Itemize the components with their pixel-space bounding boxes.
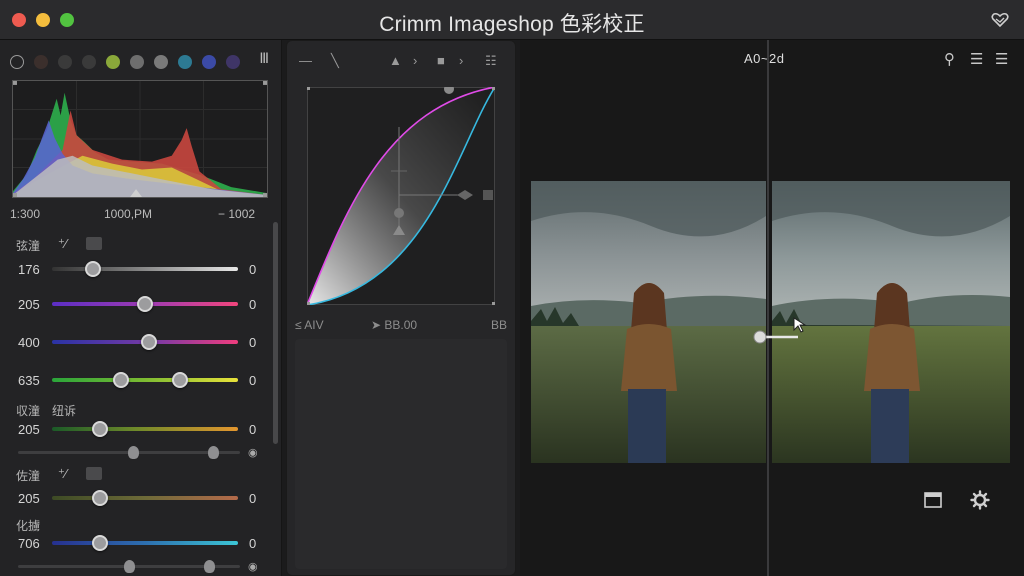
curve-label-right: BB [491, 318, 508, 332]
color-swatch[interactable] [106, 55, 120, 69]
image-preview: A0~2d ⚲ ☰ ☰ [520, 40, 1024, 576]
slider-handle[interactable] [92, 535, 109, 551]
split-divider[interactable] [767, 40, 769, 576]
curves-empty-area [295, 339, 507, 569]
color-swatch[interactable] [226, 55, 240, 69]
window-title: Crimm Imageshop 色彩校正 [379, 13, 645, 36]
slider-value-label: 205 [18, 491, 40, 506]
range-handle-high[interactable] [203, 560, 215, 573]
gear-icon[interactable] [970, 490, 990, 510]
color-swatch[interactable] [154, 55, 168, 69]
curve-tool-icon[interactable]: › [413, 53, 417, 68]
range-handle-low[interactable] [124, 560, 135, 573]
histogram [12, 80, 268, 198]
menu-icon[interactable]: ☰ [995, 50, 1008, 68]
curve-tool-icon[interactable]: ■ [437, 53, 445, 68]
tone-curve-editor[interactable] [307, 87, 495, 305]
slider-track[interactable] [52, 378, 238, 382]
slider-handle[interactable] [92, 490, 109, 506]
section-header-2a: 収潼 [16, 404, 41, 418]
eyedropper-icon[interactable]: ⁺⁄ [58, 466, 67, 482]
color-swatch[interactable] [178, 55, 192, 69]
slider-track[interactable] [52, 267, 238, 271]
magnify-icon[interactable]: ⚲ [944, 50, 955, 68]
slider-track[interactable] [52, 496, 238, 500]
range-handle-low[interactable] [128, 446, 140, 459]
curve-label-mid: ➤ BB.00 [371, 318, 418, 332]
slider-handle[interactable] [137, 296, 153, 312]
heart-link-icon[interactable] [990, 12, 1010, 28]
slider-track[interactable] [52, 427, 238, 431]
curve-tool-icon[interactable]: — [299, 53, 312, 68]
visibility-icon[interactable]: ◉ [248, 560, 258, 573]
levels-tool-icon[interactable]: Ⅲ [259, 50, 269, 67]
slider-offset-value: 0 [249, 262, 257, 277]
color-swatch[interactable] [10, 55, 24, 69]
slider-value-label: 400 [18, 335, 40, 350]
slider-handle[interactable] [84, 261, 101, 277]
histogram-axis-labels: 1:300 1000,PM − 1002 [10, 207, 268, 221]
zoom-label[interactable]: A0~2d [744, 51, 784, 66]
color-swatch[interactable] [34, 55, 48, 69]
section-header-4: 化擄 [16, 519, 41, 533]
slider-offset-value: 0 [249, 297, 257, 312]
color-swatch[interactable] [202, 55, 216, 69]
move-cursor-icon [793, 317, 807, 333]
histogram-label-left: 1:300 [10, 207, 41, 221]
color-swatch[interactable] [58, 55, 72, 69]
section-header-2b: 纽诉 [52, 404, 77, 418]
visibility-icon[interactable]: ◉ [248, 446, 258, 459]
curves-panel: — ╲ ▲ › ■ › ☷ ≤ AIV ➤ BB.00 BB [286, 40, 516, 576]
slider-handle[interactable] [112, 372, 129, 388]
histogram-label-mid: 1000,PM [104, 207, 153, 221]
slider-handle[interactable] [92, 421, 109, 437]
curve-tool-icon[interactable]: ▲ [389, 53, 402, 68]
slider-value-label: 205 [18, 422, 40, 437]
title-bar: Crimm Imageshop 色彩校正 [0, 0, 1024, 40]
curve-label-left: ≤ AIV [295, 318, 324, 332]
preset-badge-icon[interactable] [86, 467, 102, 480]
color-swatch-row [10, 50, 270, 70]
slider-track[interactable] [52, 541, 238, 545]
slider-value-label: 176 [18, 262, 40, 277]
eyedropper-icon[interactable]: ⁺⁄ [58, 236, 67, 252]
curve-tool-icon[interactable]: ☷ [485, 53, 497, 69]
section-header-3: 佐潼 [16, 469, 41, 483]
curve-tool-icon[interactable]: › [459, 53, 463, 68]
slider-value-label: 635 [18, 373, 40, 388]
slider-value-label: 205 [18, 297, 40, 312]
range-handle-high[interactable] [208, 446, 220, 459]
section-header-1: 弦潼 [16, 239, 41, 253]
slider-handle[interactable] [172, 372, 189, 388]
slider-offset-value: 0 [249, 422, 257, 437]
slider-value-label: 706 [18, 536, 40, 551]
slider-offset-value: 0 [249, 335, 257, 350]
adjustments-panel: Ⅲ 1:300 1000,PM − 1002 弦潼 ⁺⁄ 収潼 纽诉 ◉ 佐潼 … [0, 40, 282, 576]
photo-before [531, 181, 766, 463]
list-icon[interactable]: ☰ [970, 50, 983, 68]
histogram-label-right: − 1002 [218, 207, 256, 221]
panel-scrollbar[interactable] [273, 222, 278, 444]
slider-offset-value: 0 [249, 536, 257, 551]
window-icon[interactable] [923, 490, 943, 510]
slider-offset-value: 0 [249, 373, 257, 388]
slider-offset-value: 0 [249, 491, 257, 506]
curves-toolbar: — ╲ ▲ › ■ › ☷ [287, 41, 517, 81]
curve-tool-icon[interactable]: ╲ [331, 53, 339, 69]
color-swatch[interactable] [130, 55, 144, 69]
slider-handle[interactable] [140, 334, 157, 350]
color-swatch[interactable] [82, 55, 96, 69]
preset-badge-icon[interactable] [86, 237, 102, 250]
